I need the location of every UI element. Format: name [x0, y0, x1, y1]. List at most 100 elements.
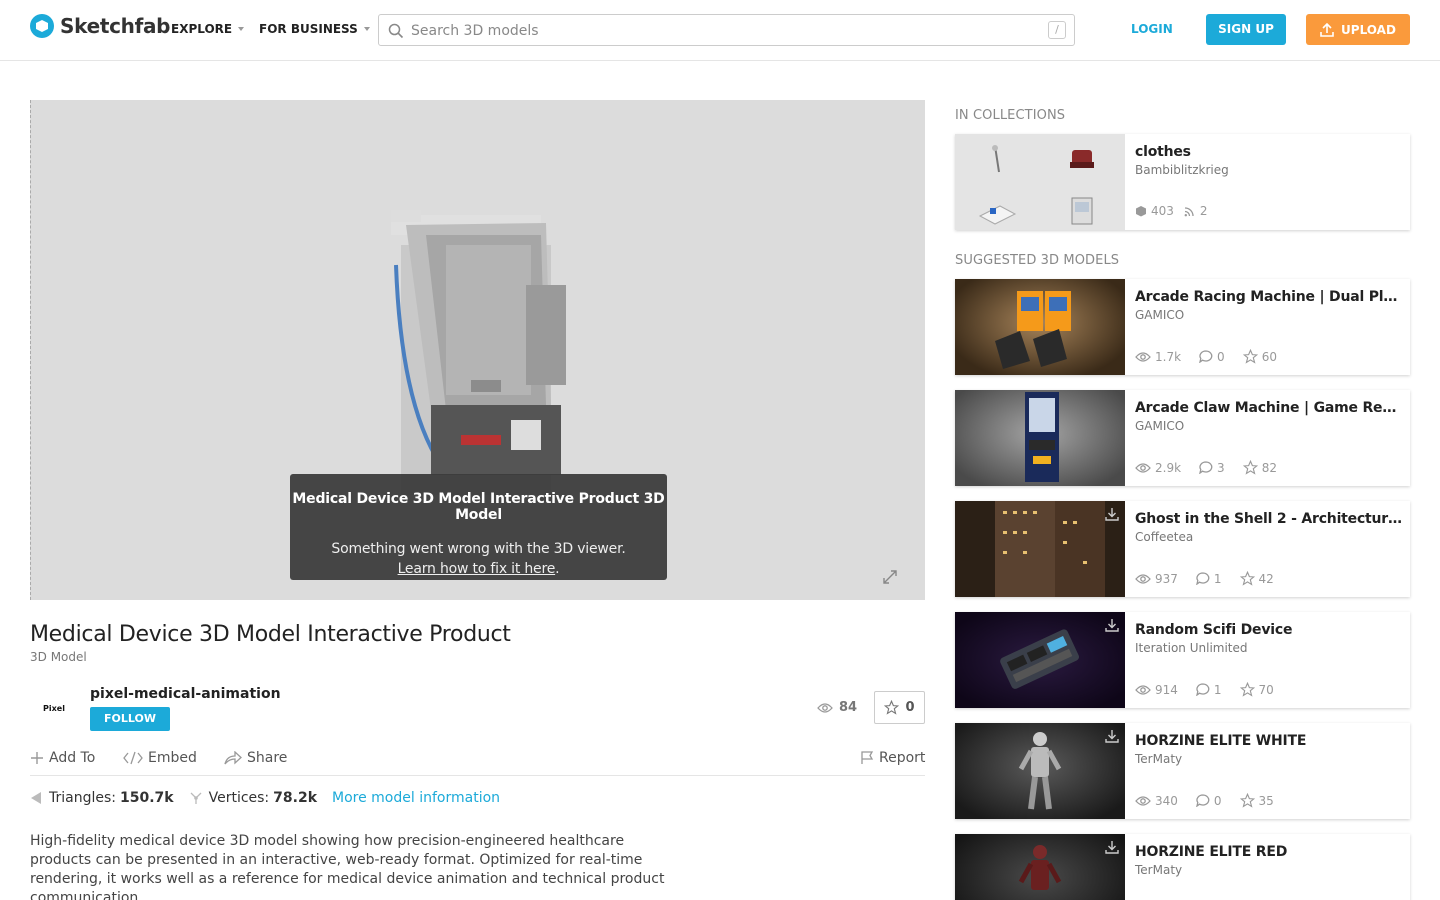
- sketchfab-logo[interactable]: Sketchfab: [30, 14, 171, 38]
- upload-button[interactable]: UPLOAD: [1306, 14, 1410, 45]
- model-description: High-fidelity medical device 3D model sh…: [30, 833, 665, 900]
- view-count-value: 84: [839, 700, 858, 715]
- nav-explore[interactable]: EXPLORE: [171, 22, 245, 36]
- eye-icon: [817, 702, 833, 713]
- fix-it-link[interactable]: Learn how to fix it here: [398, 561, 556, 577]
- chevron-down-icon: [363, 27, 370, 31]
- report-button[interactable]: Report: [860, 750, 925, 766]
- model-type: 3D Model: [30, 650, 87, 664]
- model-author: Iteration Unlimited: [1135, 641, 1248, 655]
- comment-count: 3: [1217, 460, 1225, 475]
- model-thumbnail: [955, 279, 1125, 375]
- nav-explore-label: EXPLORE: [171, 22, 233, 36]
- triangle-icon: [31, 792, 41, 804]
- star-icon: [1242, 460, 1258, 475]
- triangles-value: 150.7k: [120, 790, 174, 806]
- embed-label: Embed: [148, 750, 197, 766]
- search-input[interactable]: [411, 21, 1011, 41]
- suggested-model-card[interactable]: Ghost in the Shell 2 - Architectural Fa.…: [955, 501, 1410, 597]
- comment-count: 1: [1213, 571, 1222, 586]
- vertices-value: 78.2k: [273, 790, 318, 806]
- suggested-model-card[interactable]: HORZINE ELITE WHITE TerMaty 340 0 35: [955, 723, 1410, 819]
- sketchfab-logo-icon: [30, 14, 54, 38]
- expand-icon[interactable]: [881, 568, 899, 586]
- nav-for-business-label: FOR BUSINESS: [259, 22, 358, 36]
- nav-for-business[interactable]: FOR BUSINESS: [259, 22, 370, 36]
- collection-card[interactable]: clothes Bambiblitzkrieg 403 2: [955, 134, 1410, 230]
- like-count: 0: [905, 700, 915, 715]
- model-thumbnail: [955, 612, 1125, 708]
- login-link[interactable]: LOGIN: [1131, 22, 1173, 36]
- model-author: TerMaty: [1135, 752, 1183, 766]
- download-icon[interactable]: [1105, 507, 1119, 521]
- model-author: GAMICO: [1135, 419, 1185, 433]
- model-thumbnail: [955, 723, 1125, 819]
- comment-icon: [1199, 350, 1213, 363]
- comment-count: 1: [1213, 682, 1222, 697]
- model-title: Ghost in the Shell 2 - Architectural Fa.…: [1135, 511, 1403, 527]
- suggested-model-card[interactable]: Arcade Racing Machine | Dual Player ... …: [955, 279, 1410, 375]
- comment-icon: [1196, 683, 1210, 696]
- chevron-down-icon: [238, 27, 245, 31]
- search-shortcut-key: /: [1048, 21, 1066, 39]
- collection-thumb-3: [955, 186, 1040, 238]
- model-title: Medical Device 3D Model Interactive Prod…: [30, 622, 511, 647]
- add-to-button[interactable]: Add To: [30, 750, 95, 766]
- star-icon: [884, 700, 900, 715]
- comment-icon: [1196, 794, 1210, 807]
- model-thumbnail: [955, 390, 1125, 486]
- download-icon[interactable]: [1105, 618, 1119, 632]
- model-author: Coffeetea: [1135, 530, 1194, 544]
- search-icon: [388, 23, 404, 39]
- suggested-model-card[interactable]: Random Scifi Device Iteration Unlimited …: [955, 612, 1410, 708]
- comment-icon: [1199, 461, 1213, 474]
- suggested-model-card[interactable]: Arcade Claw Machine | Game Ready ... GAM…: [955, 390, 1410, 486]
- eye-icon: [1135, 462, 1151, 473]
- share-button[interactable]: Share: [224, 750, 287, 766]
- more-model-info-link[interactable]: More model information: [332, 790, 500, 806]
- viewer-error-message: Medical Device 3D Model Interactive Prod…: [290, 474, 667, 580]
- add-to-label: Add To: [49, 750, 96, 766]
- upload-icon: [1320, 22, 1334, 37]
- like-button[interactable]: 0: [874, 691, 925, 724]
- in-collections-heading: IN COLLECTIONS: [955, 108, 1066, 123]
- suggested-model-card[interactable]: HORZINE ELITE RED TerMaty: [955, 834, 1410, 900]
- star-icon: [1239, 571, 1255, 586]
- signup-button[interactable]: SIGN UP: [1206, 14, 1286, 45]
- collection-name: clothes: [1135, 144, 1191, 160]
- follow-button[interactable]: FOLLOW: [90, 707, 170, 731]
- model-viewer[interactable]: Medical Device 3D Model Interactive Prod…: [30, 100, 925, 600]
- error-help: Learn how to fix it here.: [290, 561, 667, 577]
- download-icon[interactable]: [1105, 840, 1119, 854]
- model-title: HORZINE ELITE WHITE: [1135, 733, 1307, 749]
- star-icon: [1239, 682, 1255, 697]
- author-avatar[interactable]: Pixel: [30, 690, 78, 726]
- model-title: Random Scifi Device: [1135, 622, 1293, 638]
- model-stats: 937 1 42: [1135, 571, 1274, 586]
- like-count: 42: [1258, 571, 1274, 586]
- like-count: 70: [1258, 682, 1274, 697]
- error-text: Something went wrong with the 3D viewer.: [331, 541, 626, 557]
- download-icon[interactable]: [1105, 729, 1119, 743]
- error-title: Medical Device 3D Model Interactive Prod…: [292, 491, 665, 523]
- view-count: 937: [1155, 571, 1178, 586]
- view-count: 914: [1155, 682, 1178, 697]
- upload-label: UPLOAD: [1341, 22, 1396, 37]
- embed-button[interactable]: Embed: [123, 750, 197, 766]
- error-link-suffix: .: [555, 561, 560, 577]
- model-thumbnail: [955, 501, 1125, 597]
- model-stats: 1.7k 0 60: [1135, 349, 1277, 364]
- model-author: TerMaty: [1135, 863, 1183, 877]
- model-preview-image: [391, 210, 566, 495]
- suggested-models-heading: SUGGESTED 3D MODELS: [955, 253, 1120, 268]
- collection-thumb-4: [1040, 186, 1125, 238]
- author-logo-text: Pixel: [43, 703, 65, 713]
- triangles-label: Triangles:: [49, 790, 116, 806]
- view-count: 1.7k: [1155, 349, 1182, 364]
- cube-icon: [1136, 206, 1146, 217]
- eye-icon: [1135, 351, 1151, 362]
- brand-name: Sketchfab: [60, 14, 171, 38]
- model-title: HORZINE ELITE RED: [1135, 844, 1288, 860]
- view-count: 2.9k: [1155, 460, 1182, 475]
- author-name[interactable]: pixel-medical-animation: [90, 686, 281, 702]
